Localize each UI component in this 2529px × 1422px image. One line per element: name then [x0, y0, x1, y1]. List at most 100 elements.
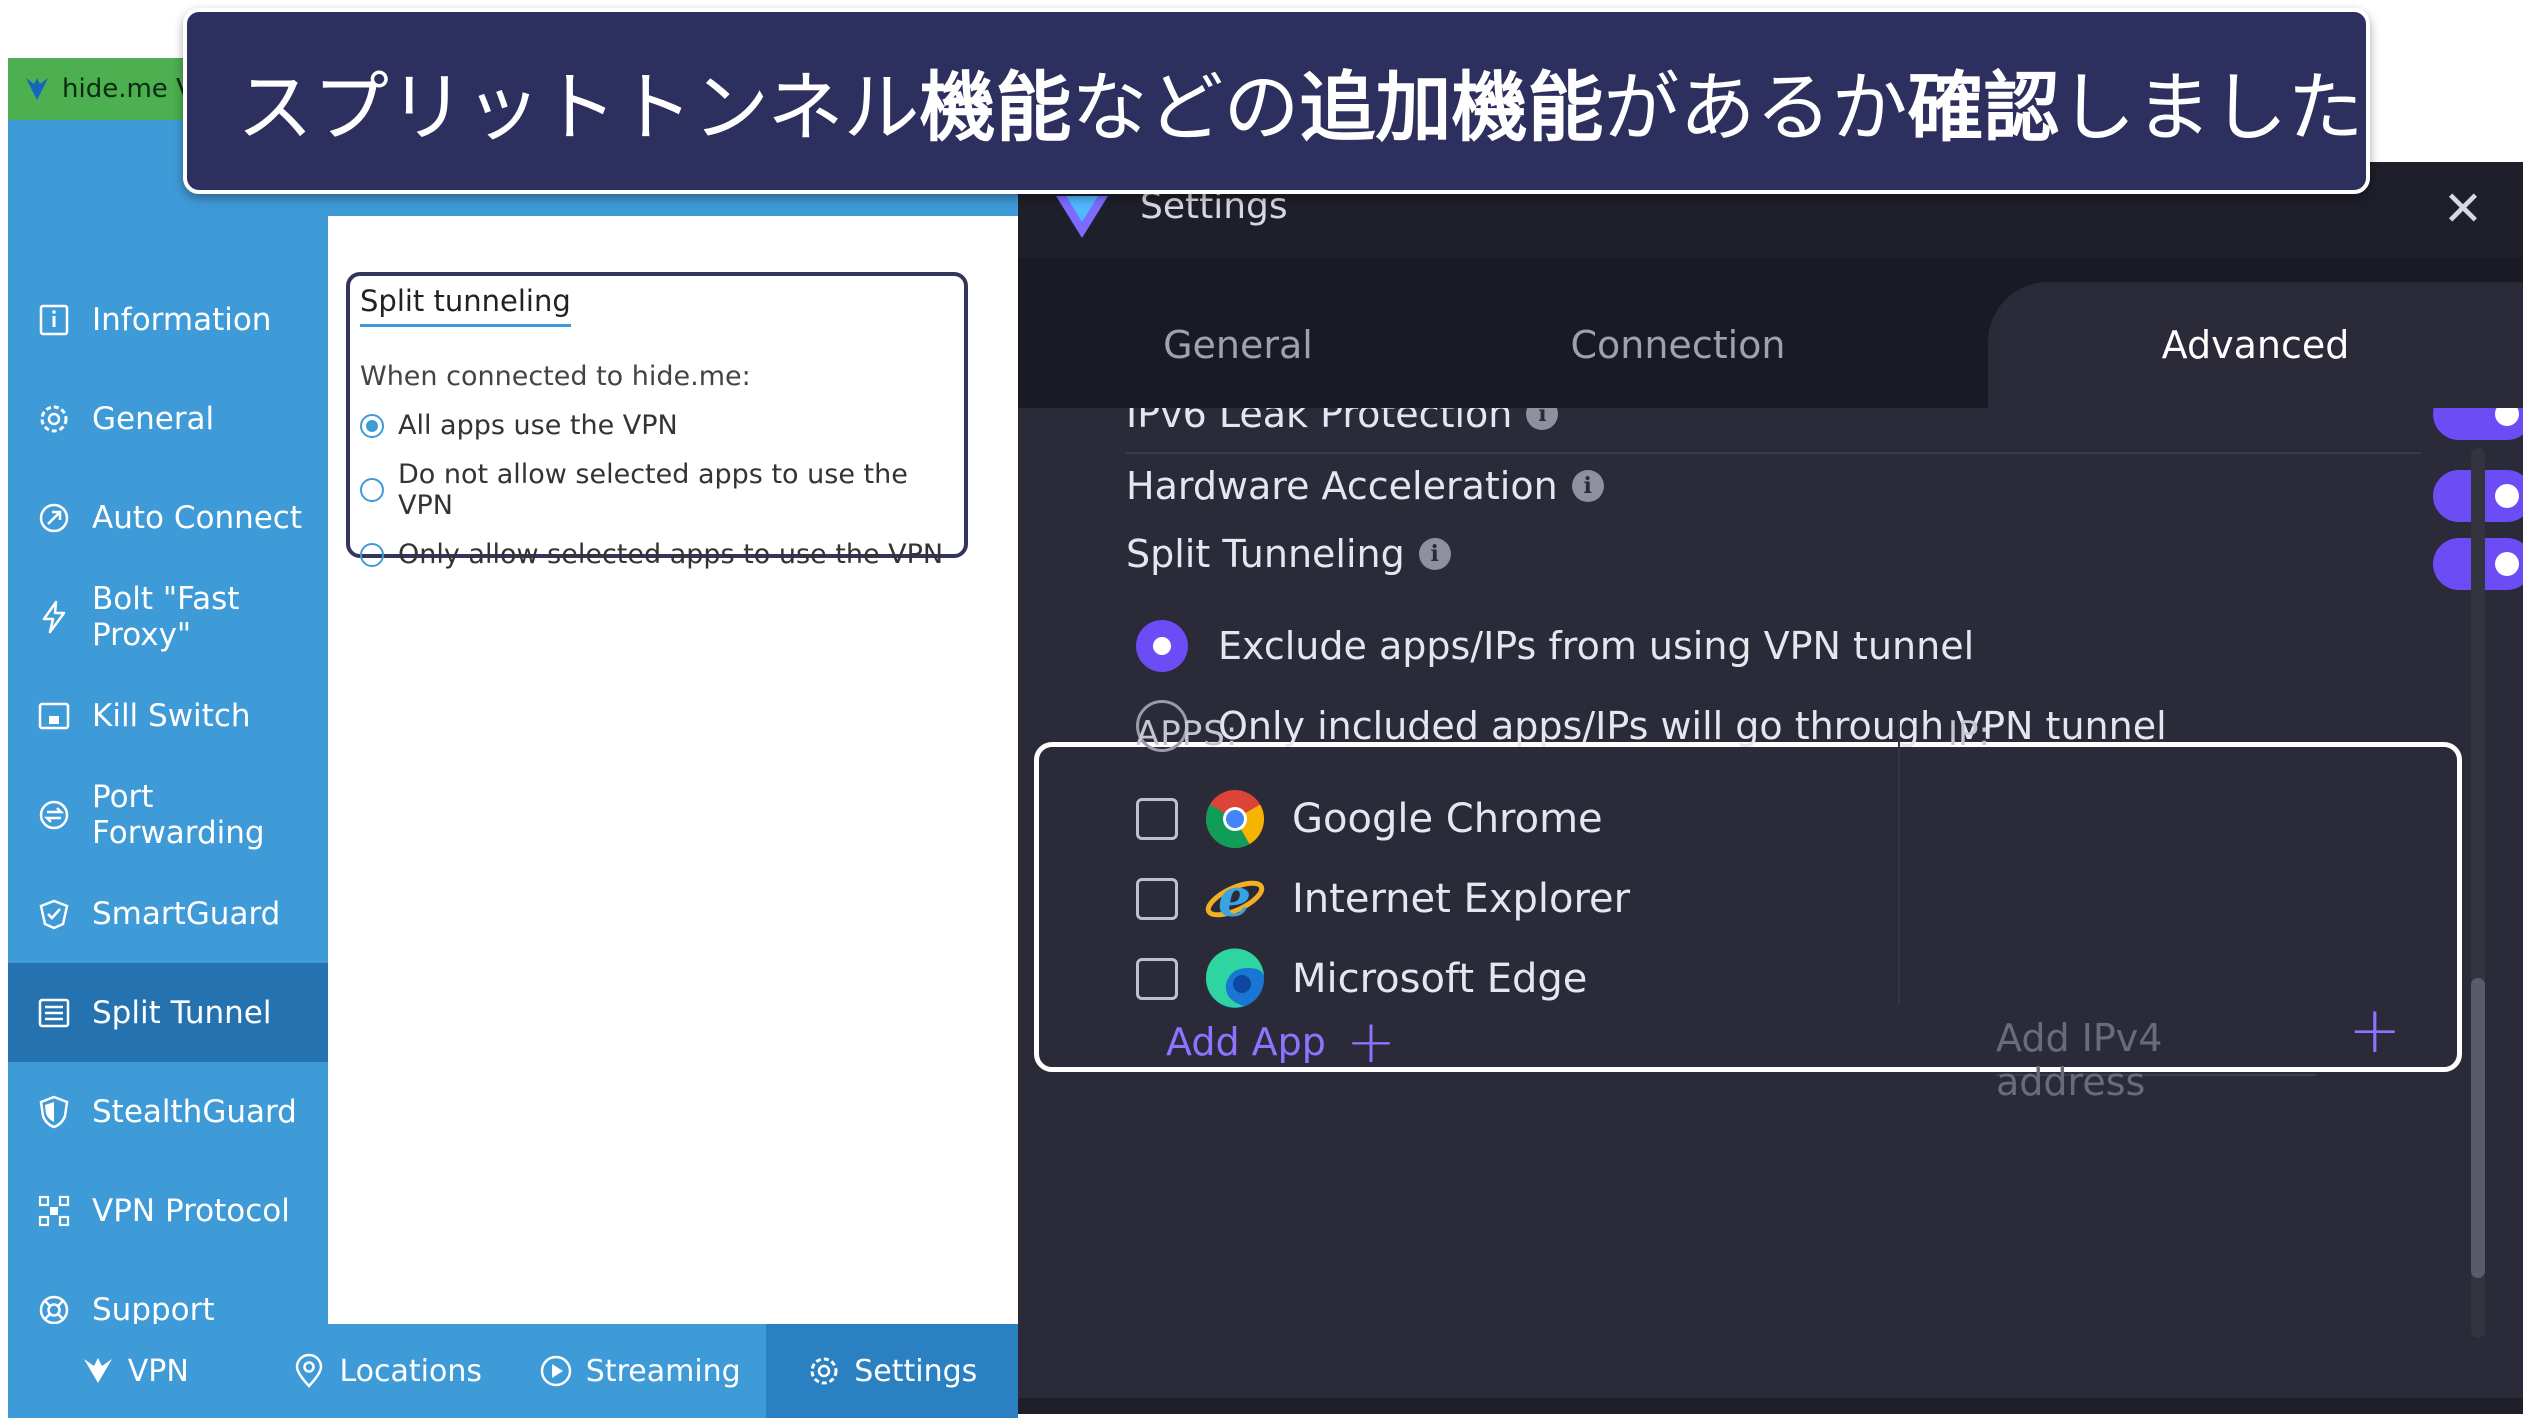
add-ip-input[interactable]: Add IPv4 address	[1996, 1016, 2316, 1104]
sidebar-item-label: General	[92, 400, 215, 437]
sidebar-item-label: Port Forwarding	[92, 778, 265, 851]
app-item-internet-explorer[interactable]: e Internet Explorer	[1136, 868, 1630, 930]
caption-bold: 機能	[919, 63, 1072, 152]
sidebar-item-vpn-protocol[interactable]: VPN Protocol	[8, 1161, 328, 1260]
radio-exclude-selected[interactable]: Do not allow selected apps to use the VP…	[360, 459, 954, 521]
port-forwarding-icon	[39, 800, 69, 829]
settings-window: Settings ✕ General Connection Advanced I…	[1018, 162, 2523, 1414]
info-icon[interactable]: i	[1418, 538, 1451, 570]
sidebar-item-split-tunnel[interactable]: Split Tunnel	[8, 963, 328, 1062]
bottom-tab-settings[interactable]: Settings	[765, 1324, 1018, 1418]
sidebar-item-bolt[interactable]: Bolt "Fast Proxy"	[8, 567, 328, 666]
split-tunneling-label: Split Tunneling	[1126, 532, 1405, 576]
radio-label: Only allow selected apps to use the VPN	[398, 539, 944, 570]
radio-label: All apps use the VPN	[398, 410, 678, 441]
info-icon	[39, 304, 69, 335]
tab-general[interactable]: General	[1018, 282, 1458, 408]
radio-dot-selected[interactable]	[360, 413, 384, 438]
hideme-logo-icon	[26, 78, 48, 100]
gear-icon	[40, 405, 68, 432]
column-divider	[1898, 714, 1900, 1004]
bottom-tab-label: Streaming	[585, 1353, 741, 1389]
play-icon	[540, 1355, 572, 1387]
vpn-logo-icon	[83, 1358, 112, 1383]
settings-tabs: General Connection Advanced	[1018, 258, 2523, 408]
ipv6-leak-protection-toggle[interactable]	[2433, 408, 2523, 440]
radio-label: Only included apps/IPs will go through V…	[1218, 704, 2167, 748]
bottom-tab-label: Locations	[339, 1353, 482, 1389]
shield-icon	[39, 1095, 69, 1128]
info-icon[interactable]: i	[1526, 408, 1559, 430]
hardware-acceleration-row: Hardware Acceleration i	[1126, 464, 1604, 508]
app-item-chrome[interactable]: Google Chrome	[1136, 788, 1603, 850]
apps-label: APPS:	[1136, 714, 1239, 754]
bottom-tab-locations[interactable]: Locations	[261, 1324, 514, 1418]
app-item-edge[interactable]: Microsoft Edge	[1136, 948, 1587, 1010]
location-pin-icon	[296, 1353, 323, 1388]
split-tunneling-subtitle: When connected to hide.me:	[360, 361, 751, 392]
add-app-button[interactable]: Add App +	[1166, 1007, 1397, 1077]
svg-text:e: e	[1218, 868, 1251, 929]
edge-icon	[1205, 948, 1264, 1008]
chrome-icon	[1206, 790, 1264, 848]
add-ip-plus-icon[interactable]: +	[2348, 994, 2402, 1068]
scrollbar-thumb[interactable]	[2471, 978, 2485, 1278]
sidebar-item-stealthguard[interactable]: StealthGuard	[8, 1062, 328, 1161]
sidebar-item-port-forwarding[interactable]: Port Forwarding	[8, 765, 328, 864]
split-tunnel-icon	[38, 998, 70, 1027]
caption-banner: スプリットトンネル 機能 などの 追加機能 があるか 確認 しました	[183, 8, 2370, 194]
tab-advanced[interactable]: Advanced	[1988, 282, 2523, 408]
auto-connect-icon	[39, 503, 69, 532]
sidebar-item-label: Information	[92, 301, 272, 338]
caption-text: スプリットトンネル	[237, 63, 920, 152]
sidebar-item-label: Split Tunnel	[92, 994, 272, 1031]
sidebar-item-label: VPN Protocol	[92, 1192, 290, 1229]
bottom-tab-vpn[interactable]: VPN	[8, 1324, 261, 1418]
radio-dot-selected[interactable]	[1136, 620, 1188, 672]
hideme-content: Split tunneling When connected to hide.m…	[328, 216, 1018, 1328]
radio-dot[interactable]	[360, 478, 384, 502]
sidebar-item-label: SmartGuard	[92, 895, 281, 932]
sidebar-item-kill-switch[interactable]: Kill Switch	[8, 666, 328, 765]
smartguard-icon	[39, 899, 69, 929]
info-icon[interactable]: i	[1571, 470, 1604, 502]
radio-label: Do not allow selected apps to use the VP…	[398, 459, 908, 521]
caption-bold: 追加機能	[1299, 63, 1604, 152]
radio-all-apps[interactable]: All apps use the VPN	[360, 410, 954, 441]
tab-connection[interactable]: Connection	[1458, 282, 1898, 408]
app-checkbox[interactable]	[1136, 798, 1178, 840]
sidebar-item-auto-connect[interactable]: Auto Connect	[8, 468, 328, 567]
sidebar-item-general[interactable]: General	[8, 369, 328, 468]
hideme-window: hide.me V Information General Auto Conne…	[8, 58, 1018, 1418]
divider	[1126, 452, 2421, 454]
caption-text: があるか	[1603, 63, 1908, 152]
sidebar-item-information[interactable]: Information	[8, 270, 328, 369]
settings-advanced-panel: IPv6 Leak Protection i Hardware Accelera…	[1018, 408, 2523, 1398]
bottom-tab-streaming[interactable]: Streaming	[513, 1324, 766, 1418]
app-logo-icon	[1056, 196, 1108, 238]
ip-label: IP:	[1948, 714, 1990, 754]
app-name: Internet Explorer	[1292, 876, 1631, 922]
bottom-tab-label: Settings	[854, 1353, 978, 1389]
protocol-icon	[38, 1195, 70, 1226]
internet-explorer-icon: e	[1205, 868, 1265, 929]
radio-exclude-apps[interactable]: Exclude apps/IPs from using VPN tunnel	[1136, 620, 1974, 672]
split-tunneling-tab[interactable]: Split tunneling	[360, 284, 571, 327]
kill-switch-icon	[38, 702, 70, 729]
sidebar-item-label: Auto Connect	[92, 499, 303, 536]
sidebar-item-label: Support	[92, 1291, 215, 1328]
lifebuoy-icon	[39, 1295, 69, 1324]
plus-icon: +	[1345, 1007, 1397, 1077]
app-checkbox[interactable]	[1136, 878, 1178, 920]
radio-label: Exclude apps/IPs from using VPN tunnel	[1218, 624, 1975, 668]
app-checkbox[interactable]	[1136, 958, 1178, 1000]
radio-only-included[interactable]: Only included apps/IPs will go through V…	[1136, 700, 2167, 752]
sidebar-item-smartguard[interactable]: SmartGuard	[8, 864, 328, 963]
add-app-label: Add App	[1166, 1020, 1326, 1064]
sidebar-item-label: StealthGuard	[92, 1093, 297, 1130]
close-icon[interactable]: ✕	[2438, 184, 2488, 234]
caption-text: などの	[1071, 63, 1300, 152]
radio-only-selected[interactable]: Only allow selected apps to use the VPN	[360, 539, 954, 570]
radio-dot[interactable]	[360, 542, 384, 567]
bottom-tab-label: VPN	[127, 1353, 189, 1389]
